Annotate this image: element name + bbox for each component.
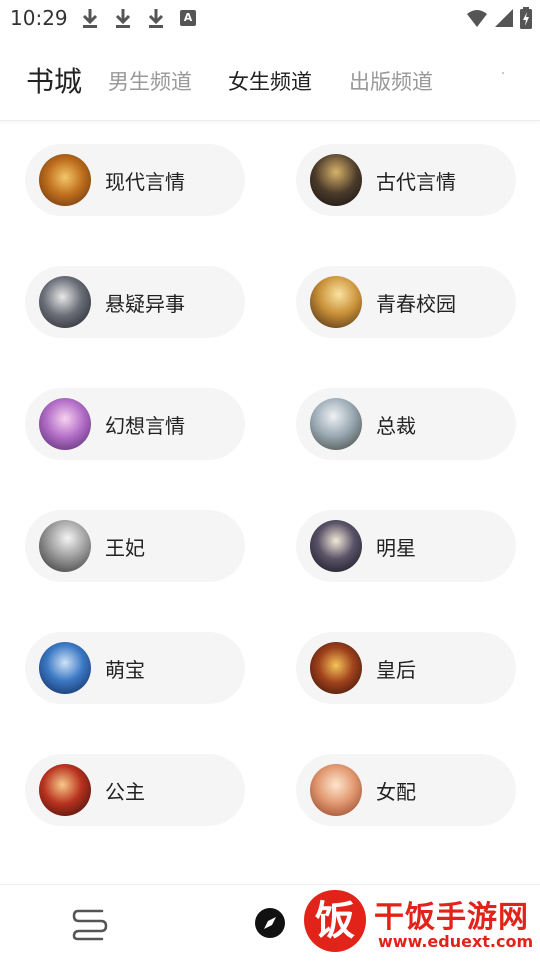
category-pill[interactable]: 明星 bbox=[296, 510, 516, 582]
page-title: 书城 bbox=[26, 65, 83, 98]
bookshelf-icon[interactable] bbox=[70, 905, 110, 945]
category-pill[interactable]: 皇后 bbox=[296, 632, 516, 704]
category-label: 萌宝 bbox=[105, 658, 145, 682]
watermark-url: www.eduext.com bbox=[378, 932, 534, 951]
book-cover bbox=[310, 642, 362, 694]
status-bar: 10:29 A bbox=[0, 0, 540, 36]
category-label: 明星 bbox=[376, 536, 416, 560]
category-pill[interactable]: 古代言情 bbox=[296, 144, 516, 216]
book-cover bbox=[39, 154, 91, 206]
status-time: 10:29 bbox=[10, 6, 68, 30]
category-label: 总裁 bbox=[376, 414, 416, 438]
book-cover bbox=[39, 764, 91, 816]
download-icon bbox=[148, 9, 164, 28]
category-pill[interactable]: 公主 bbox=[25, 754, 245, 826]
category-label: 现代言情 bbox=[105, 170, 185, 194]
category-label: 公主 bbox=[105, 780, 145, 804]
category-label: 青春校园 bbox=[376, 292, 456, 316]
watermark-title: 干饭手游网 bbox=[374, 900, 529, 935]
category-pill[interactable]: 总裁 bbox=[296, 388, 516, 460]
book-cover bbox=[310, 764, 362, 816]
category-label: 古代言情 bbox=[376, 170, 456, 194]
watermark-logo-char: 饭 bbox=[315, 898, 355, 944]
category-pill[interactable]: 王妃 bbox=[25, 510, 245, 582]
header: 书城 男生频道 女生频道 出版频道 bbox=[0, 40, 540, 121]
book-cover bbox=[39, 398, 91, 450]
signal-icon bbox=[495, 9, 513, 27]
tab-male-channel[interactable]: 男生频道 bbox=[108, 66, 192, 96]
download-icon bbox=[82, 9, 98, 28]
book-cover bbox=[310, 398, 362, 450]
tab-indicator-dot bbox=[502, 72, 504, 74]
category-label: 皇后 bbox=[376, 658, 416, 682]
compass-icon[interactable] bbox=[254, 907, 286, 939]
category-pill[interactable]: 幻想言情 bbox=[25, 388, 245, 460]
category-pill[interactable]: 悬疑异事 bbox=[25, 266, 245, 338]
book-cover bbox=[39, 520, 91, 572]
watermark: 饭 干饭手游网 www.eduext.com bbox=[300, 886, 540, 960]
category-pill[interactable]: 现代言情 bbox=[25, 144, 245, 216]
book-cover bbox=[310, 154, 362, 206]
download-icon bbox=[115, 9, 131, 28]
wifi-icon bbox=[467, 10, 487, 27]
tab-female-channel[interactable]: 女生频道 bbox=[228, 66, 312, 96]
category-label: 王妃 bbox=[105, 536, 145, 560]
a-icon: A bbox=[180, 10, 196, 26]
book-cover bbox=[39, 642, 91, 694]
book-cover bbox=[39, 276, 91, 328]
category-pill[interactable]: 萌宝 bbox=[25, 632, 245, 704]
category-pill[interactable]: 女配 bbox=[296, 754, 516, 826]
category-label: 悬疑异事 bbox=[105, 292, 185, 316]
book-cover bbox=[310, 276, 362, 328]
system-icons bbox=[466, 7, 532, 29]
category-label: 女配 bbox=[376, 780, 416, 804]
battery-icon bbox=[520, 7, 532, 29]
category-pill[interactable]: 青春校园 bbox=[296, 266, 516, 338]
tab-publishing-channel[interactable]: 出版频道 bbox=[349, 66, 433, 96]
category-label: 幻想言情 bbox=[105, 414, 185, 438]
watermark-logo: 饭 bbox=[304, 890, 366, 952]
book-cover bbox=[310, 520, 362, 572]
